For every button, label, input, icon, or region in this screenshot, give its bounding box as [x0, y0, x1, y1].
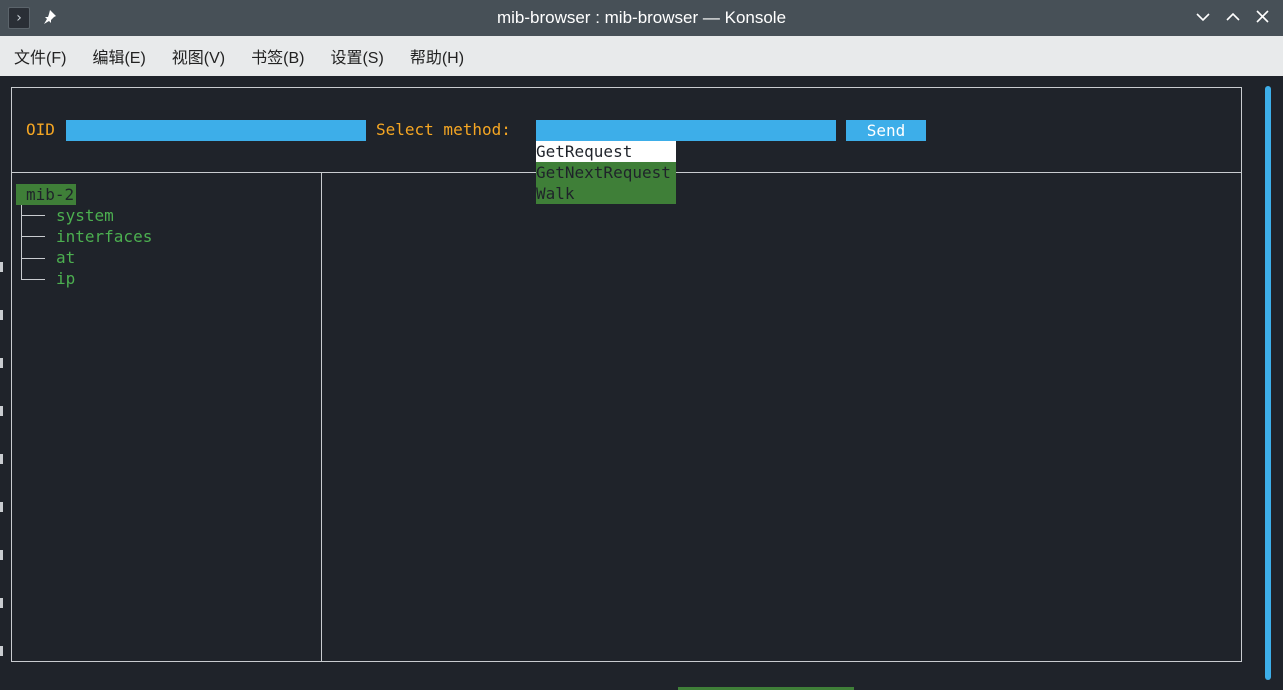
tree-node-ip[interactable]: ip — [56, 268, 75, 289]
minimize-icon[interactable] — [1193, 6, 1213, 28]
terminal-scrollbar[interactable] — [1265, 86, 1271, 680]
tree-branch-line — [21, 279, 45, 280]
oid-label: OID — [26, 120, 55, 139]
window-controls — [1193, 6, 1273, 28]
send-button[interactable]: Send — [846, 120, 926, 141]
method-dropdown: GetRequest GetNextRequest Walk — [536, 141, 676, 204]
menu-settings[interactable]: 设置(S) — [320, 44, 393, 68]
left-edge-ticks — [0, 262, 3, 690]
window-title: mib-browser : mib-browser — Konsole — [496, 8, 787, 27]
dropdown-option-getrequest[interactable]: GetRequest — [536, 141, 676, 162]
tree-node-interfaces[interactable]: interfaces — [56, 226, 152, 247]
menu-bar: 文件(F) 编辑(E) 视图(V) 书签(B) 设置(S) 帮助(H) — [0, 36, 1283, 76]
tree-branch-line — [21, 236, 45, 237]
tree-root-node[interactable]: mib-2 — [16, 184, 76, 205]
dropdown-option-walk[interactable]: Walk — [536, 183, 676, 204]
menu-bookmarks[interactable]: 书签(B) — [241, 44, 314, 68]
menu-edit[interactable]: 编辑(E) — [82, 44, 155, 68]
tui-pane-divider — [321, 172, 322, 662]
select-method-label: Select method: — [376, 120, 511, 139]
method-select[interactable] — [536, 120, 836, 141]
menu-help[interactable]: 帮助(H) — [400, 44, 474, 68]
tree-node-system[interactable]: system — [56, 205, 114, 226]
terminal-area[interactable]: OID Select method: Send GetRequest GetNe… — [0, 76, 1283, 690]
tree-branch-line — [21, 215, 45, 216]
dropdown-option-getnextrequest[interactable]: GetNextRequest — [536, 162, 676, 183]
tree-trunk-line — [21, 205, 22, 279]
menu-file[interactable]: 文件(F) — [4, 44, 76, 68]
menu-view[interactable]: 视图(V) — [162, 44, 235, 68]
close-icon[interactable] — [1253, 6, 1273, 28]
window-titlebar: › mib-browser : mib-browser — Konsole — [0, 0, 1283, 36]
tree-branch-line — [21, 258, 45, 259]
tree-node-at[interactable]: at — [56, 247, 75, 268]
oid-input[interactable] — [66, 120, 366, 141]
maximize-icon[interactable] — [1223, 6, 1243, 28]
